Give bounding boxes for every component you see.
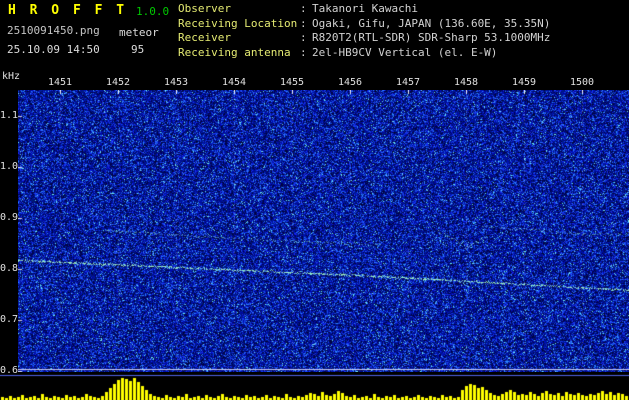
time-label-1458: 1458	[453, 77, 479, 88]
hrofft-screenshot: H R O F F T 1.0.0 2510091450.png meteor …	[0, 0, 629, 400]
time-label-1451: 1451	[47, 77, 73, 88]
time-label-1456: 1456	[337, 77, 363, 88]
output-filename: 2510091450.png	[7, 24, 100, 37]
freq-label-0.8: 0.8	[0, 263, 19, 274]
freq-label-0.9: 0.9	[0, 212, 19, 223]
info-value-receiver: R820T2(RTL-SDR) SDR-Sharp 53.1000MHz	[312, 31, 551, 44]
info-label-receiver: Receiver	[178, 31, 231, 44]
info-label-location: Receiving Location	[178, 16, 298, 30]
info-value-antenna: 2el-HB9CV Vertical (el. E-W)	[312, 45, 498, 59]
info-value-location: Ogaki, Gifu, JAPAN (136.60E, 35.35N)	[312, 16, 551, 30]
info-label-antenna: Receiving antenna	[178, 45, 291, 59]
info-value-observer: Takanori Kawachi	[312, 2, 418, 15]
time-label-1452: 1452	[105, 77, 131, 88]
time-label-1453: 1453	[163, 77, 189, 88]
time-label-1459: 1459	[511, 77, 537, 88]
app-title: H R O F F T	[8, 3, 128, 18]
freq-label-1.0: 1.0	[0, 161, 19, 172]
info-separator: :	[300, 45, 307, 59]
observation-mode: meteor	[119, 26, 159, 39]
time-axis: 1451 1452 1453 1454 1455 1456 1457 1458 1459 1500	[0, 77, 629, 89]
info-label-observer: Observer	[178, 2, 231, 15]
info-separator: :	[300, 16, 307, 30]
time-label-1455: 1455	[279, 77, 305, 88]
activity-bars-canvas	[0, 374, 629, 400]
freq-axis: 1.1 1.0 0.9 0.8 0.7 0.6	[0, 0, 19, 400]
freq-label-0.7: 0.7	[0, 314, 19, 325]
info-separator: :	[300, 31, 307, 44]
noise-level-count: 95	[131, 43, 145, 56]
time-label-1454: 1454	[221, 77, 247, 88]
time-label-1500: 1500	[569, 77, 595, 88]
time-label-1457: 1457	[395, 77, 421, 88]
spectrogram-canvas	[18, 90, 629, 372]
freq-label-1.1: 1.1	[0, 110, 19, 121]
timestamp: 25.10.09 14:50	[7, 43, 100, 56]
station-info: Observer : Takanori Kawachi Receiving Lo…	[178, 2, 550, 60]
info-separator: :	[300, 2, 307, 15]
app-version: 1.0.0	[136, 5, 170, 18]
